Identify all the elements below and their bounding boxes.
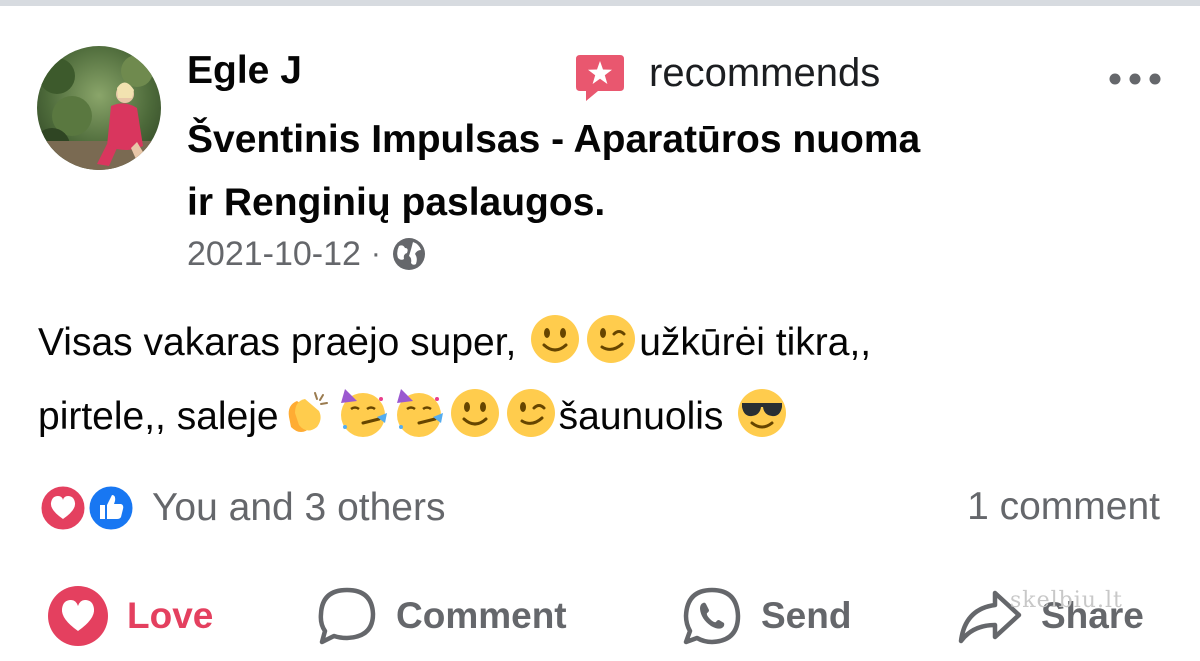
page-name-link[interactable]: Šventinis Impulsas - Aparatūros nuoma ir… [187, 108, 1087, 234]
post-text-line1: Visas vakaras praėjo super, užkūrėi tikr… [38, 306, 1148, 380]
slightly-smiling-face-emoji [450, 389, 499, 437]
comment-label: Comment [396, 595, 567, 636]
clapping-hands-emoji [288, 392, 328, 432]
partying-face-emoji [396, 389, 443, 437]
post-text-segment: šaunuolis [558, 395, 735, 438]
recommend-icon [576, 55, 624, 101]
comments-count-link[interactable]: 1 comment [967, 484, 1160, 530]
like-reaction-icon [86, 483, 136, 533]
winking-face-emoji [506, 389, 555, 437]
recommends-label: recommends [649, 51, 881, 95]
winking-face-emoji [587, 315, 636, 363]
watermark: skelbiu.lt [1010, 588, 1123, 613]
post-text-segment: užkūrėi tikra,, [639, 321, 872, 364]
meta-separator: · [370, 237, 381, 270]
smiling-face-with-sunglasses-emoji [738, 389, 787, 437]
slightly-smiling-face-emoji [531, 315, 580, 363]
page-name-line1: Šventinis Impulsas - Aparatūros nuoma [187, 118, 921, 161]
globe-icon [392, 238, 425, 270]
love-label: Love [127, 595, 214, 636]
avatar[interactable] [37, 46, 161, 170]
love-icon [48, 586, 108, 646]
reactions-count: You and 3 others [152, 486, 446, 529]
whatsapp-send-icon [683, 587, 741, 645]
comment-icon [318, 587, 376, 645]
send-button[interactable]: Send [681, 576, 851, 656]
comment-button[interactable]: Comment [316, 576, 567, 656]
post-meta: 2021-10-12 · [187, 232, 427, 276]
post-text-segment: pirtele,, saleje [38, 395, 279, 438]
reaction-icons [36, 483, 140, 533]
love-reaction-icon [38, 483, 88, 533]
send-label: Send [761, 595, 852, 636]
reactions-summary[interactable]: You and 3 others [36, 482, 445, 534]
post-text-line2: pirtele,, saleje šaunuolis [38, 380, 1148, 454]
love-button[interactable]: Love [47, 576, 213, 656]
more-options-icon[interactable] [1108, 72, 1162, 86]
partying-face-emoji [340, 389, 387, 437]
post-date[interactable]: 2021-10-12 [187, 232, 361, 276]
post-text-segment: Visas vakaras praėjo super, [38, 321, 528, 364]
author-name[interactable]: Egle J [187, 46, 302, 96]
page-name-line2: ir Renginių paslaugos. [187, 181, 606, 224]
post-text: Visas vakaras praėjo super, užkūrėi tikr… [38, 306, 1148, 454]
post-card: Egle J recommends Šventinis Impulsas - A… [0, 0, 1200, 661]
